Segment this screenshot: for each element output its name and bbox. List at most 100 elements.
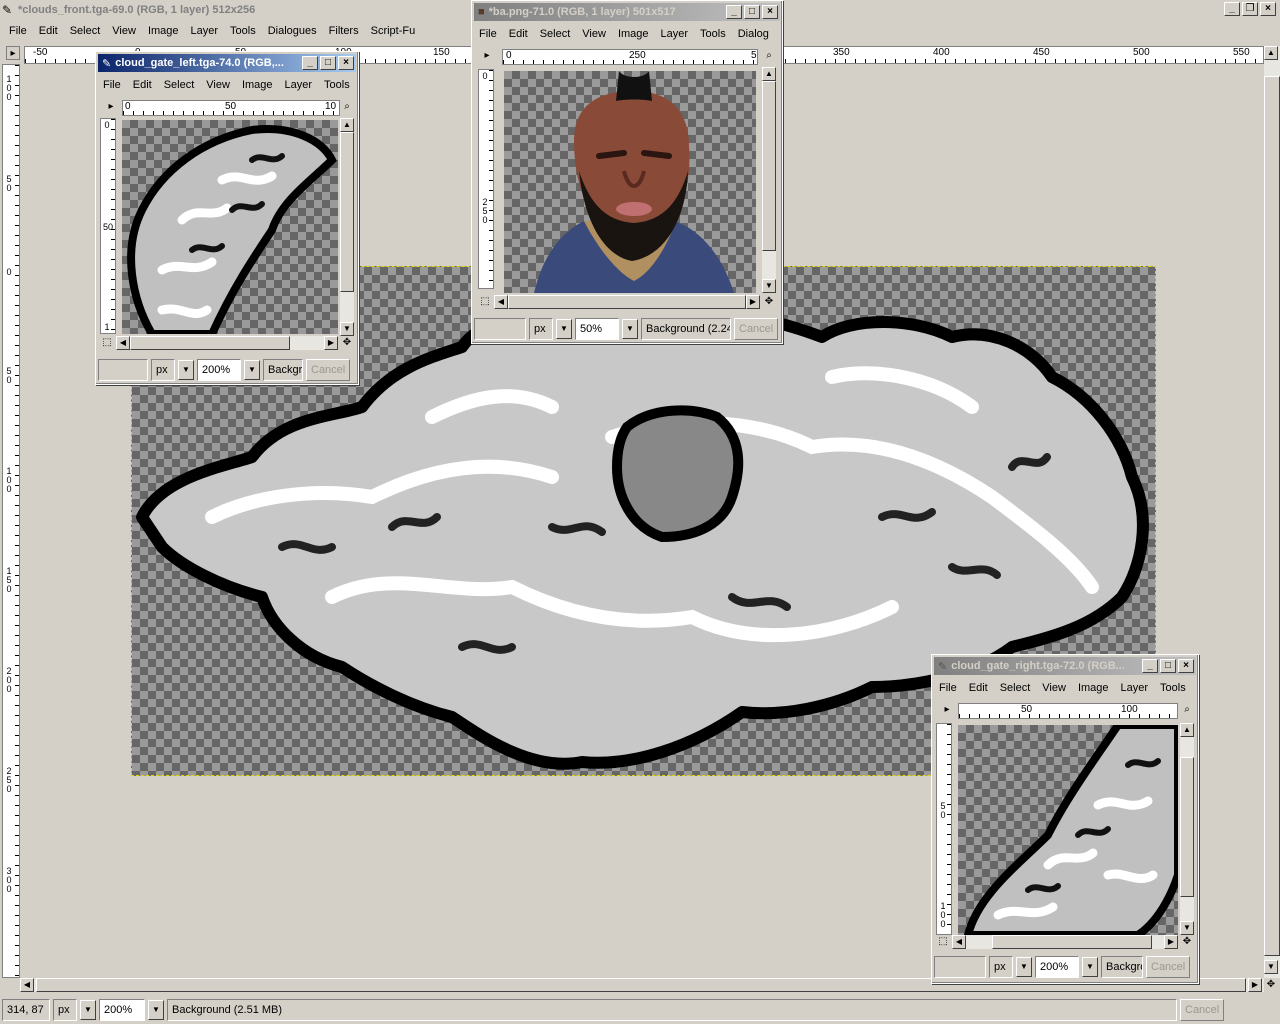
ba-image-canvas[interactable] xyxy=(504,71,756,293)
scroll-left-arrow-icon[interactable]: ◀ xyxy=(494,295,508,309)
scroll-right-arrow-icon[interactable]: ▶ xyxy=(1164,935,1178,949)
menu-view[interactable]: View xyxy=(577,28,611,40)
menu-image[interactable]: Image xyxy=(143,25,184,37)
scroll-left-arrow-icon[interactable]: ◀ xyxy=(952,935,966,949)
zoom-field[interactable]: 200% xyxy=(99,999,145,1021)
scroll-left-arrow-icon[interactable]: ◀ xyxy=(116,336,130,350)
unit-dropdown-arrow-icon[interactable]: ▼ xyxy=(80,1000,96,1020)
menu-layer[interactable]: Layer xyxy=(656,28,694,40)
left-window-titlebar[interactable]: ✎ cloud_gate_left.tga-74.0 (RGB,... _ □ … xyxy=(98,54,356,72)
menu-view[interactable]: View xyxy=(1037,682,1071,694)
scroll-down-arrow-icon[interactable]: ▼ xyxy=(1264,960,1278,974)
cancel-button[interactable]: Cancel xyxy=(306,359,351,381)
menu-edit[interactable]: Edit xyxy=(128,79,157,91)
menu-tools[interactable]: Tools xyxy=(695,28,731,40)
ba-vscroll-thumb[interactable] xyxy=(762,81,776,251)
zoom-magnifier-icon[interactable]: ⌕ xyxy=(762,49,776,63)
menu-tools[interactable]: Tools xyxy=(1155,682,1191,694)
unit-selector[interactable]: px xyxy=(151,359,175,381)
left-vscroll-thumb[interactable] xyxy=(340,132,354,292)
zoom-dropdown-arrow-icon[interactable]: ▼ xyxy=(1082,957,1098,977)
main-vertical-scrollbar[interactable]: ▲ ▼ xyxy=(1264,46,1280,978)
scroll-right-arrow-icon[interactable]: ▶ xyxy=(746,295,760,309)
menu-filters[interactable]: Filters xyxy=(324,25,364,37)
menu-layer[interactable]: Layer xyxy=(186,25,224,37)
navigate-icon[interactable]: ✥ xyxy=(1180,935,1194,949)
ba-horizontal-scrollbar[interactable]: ◀ ▶ xyxy=(494,295,760,309)
minimize-button[interactable]: _ xyxy=(1224,2,1240,16)
left-image-canvas[interactable] xyxy=(122,120,338,334)
menu-file[interactable]: File xyxy=(98,79,126,91)
scroll-up-arrow-icon[interactable]: ▲ xyxy=(762,67,776,81)
zoom-magnifier-icon[interactable]: ⌕ xyxy=(1180,703,1194,717)
scroll-up-arrow-icon[interactable]: ▲ xyxy=(340,118,354,132)
zoom-dropdown-arrow-icon[interactable]: ▼ xyxy=(148,1000,164,1020)
menu-select[interactable]: Select xyxy=(995,682,1036,694)
right-window-titlebar[interactable]: ✎ cloud_gate_right.tga-72.0 (RGB... _ □ … xyxy=(934,657,1196,675)
menu-image[interactable]: Image xyxy=(613,28,654,40)
right-vscroll-thumb[interactable] xyxy=(1180,757,1194,897)
navigate-small-icon[interactable]: ⬚ xyxy=(478,295,492,309)
cancel-button[interactable]: Cancel xyxy=(734,318,779,340)
right-hscroll-thumb[interactable] xyxy=(992,935,1152,949)
unit-dropdown-arrow-icon[interactable]: ▼ xyxy=(178,360,194,380)
minimize-button[interactable]: _ xyxy=(1142,659,1158,673)
unit-selector[interactable]: px xyxy=(53,999,77,1021)
right-image-canvas[interactable] xyxy=(958,725,1178,935)
cancel-button[interactable]: Cancel xyxy=(1146,956,1191,978)
menu-file[interactable]: File xyxy=(4,25,32,37)
right-horizontal-scrollbar[interactable]: ◀ ▶ xyxy=(952,935,1178,949)
navigate-small-icon[interactable]: ⬚ xyxy=(100,336,114,350)
navigate-icon[interactable]: ✥ xyxy=(1264,978,1278,992)
ba-window-titlebar[interactable]: ■ *ba.png-71.0 (RGB, 1 layer) 501x517 _ … xyxy=(474,3,780,21)
menu-file[interactable]: File xyxy=(474,28,502,40)
menu-tools[interactable]: Tools xyxy=(225,25,261,37)
unit-selector[interactable]: px xyxy=(529,318,553,340)
navigate-icon[interactable]: ✥ xyxy=(340,336,354,350)
menu-select[interactable]: Select xyxy=(65,25,106,37)
menu-edit[interactable]: Edit xyxy=(964,682,993,694)
zoom-field[interactable]: 50% xyxy=(575,318,619,340)
navigate-icon[interactable]: ✥ xyxy=(762,295,776,309)
unit-selector[interactable]: px xyxy=(989,956,1013,978)
minimize-button[interactable]: _ xyxy=(726,5,742,19)
menu-select[interactable]: Select xyxy=(159,79,200,91)
zoom-dropdown-arrow-icon[interactable]: ▼ xyxy=(244,360,260,380)
zoom-magnifier-icon[interactable]: ⌕ xyxy=(340,100,354,114)
menu-select[interactable]: Select xyxy=(535,28,576,40)
scroll-right-arrow-icon[interactable]: ▶ xyxy=(1248,978,1262,992)
menu-script-fu[interactable]: Script-Fu xyxy=(366,25,421,37)
zoom-dropdown-arrow-icon[interactable]: ▼ xyxy=(622,319,638,339)
scroll-up-arrow-icon[interactable]: ▲ xyxy=(1180,723,1194,737)
quickmask-corner-icon[interactable]: ▸ xyxy=(940,703,954,717)
menu-view[interactable]: View xyxy=(107,25,141,37)
scroll-up-arrow-icon[interactable]: ▲ xyxy=(1264,46,1278,60)
menu-edit[interactable]: Edit xyxy=(34,25,63,37)
cancel-button[interactable]: Cancel xyxy=(1180,999,1225,1021)
minimize-button[interactable]: _ xyxy=(302,56,318,70)
menu-layer[interactable]: Layer xyxy=(1116,682,1154,694)
scroll-right-arrow-icon[interactable]: ▶ xyxy=(324,336,338,350)
menu-view[interactable]: View xyxy=(201,79,235,91)
menu-file[interactable]: File xyxy=(934,682,962,694)
left-horizontal-scrollbar[interactable]: ◀ ▶ xyxy=(116,336,338,350)
unit-dropdown-arrow-icon[interactable]: ▼ xyxy=(1016,957,1032,977)
scroll-down-arrow-icon[interactable]: ▼ xyxy=(1180,921,1194,935)
menu-image[interactable]: Image xyxy=(237,79,278,91)
main-vscroll-thumb[interactable] xyxy=(1264,76,1280,956)
right-vertical-scrollbar[interactable]: ▲ ▼ xyxy=(1180,723,1194,935)
zoom-field[interactable]: 200% xyxy=(1035,956,1079,978)
navigate-small-icon[interactable]: ⬚ xyxy=(936,935,950,949)
left-vertical-scrollbar[interactable]: ▲ ▼ xyxy=(340,118,354,336)
menu-edit[interactable]: Edit xyxy=(504,28,533,40)
restore-button[interactable]: ❐ xyxy=(1242,2,1258,16)
scroll-left-arrow-icon[interactable]: ◀ xyxy=(20,978,34,992)
quickmask-corner-icon[interactable]: ▸ xyxy=(6,46,20,60)
ba-hscroll-thumb[interactable] xyxy=(508,295,746,309)
maximize-button[interactable]: □ xyxy=(1160,659,1176,673)
menu-dialogues[interactable]: Dialogues xyxy=(263,25,322,37)
scroll-down-arrow-icon[interactable]: ▼ xyxy=(340,322,354,336)
close-button[interactable]: × xyxy=(1178,659,1194,673)
menu-dialogues[interactable]: Dialog xyxy=(733,28,774,40)
menu-image[interactable]: Image xyxy=(1073,682,1114,694)
